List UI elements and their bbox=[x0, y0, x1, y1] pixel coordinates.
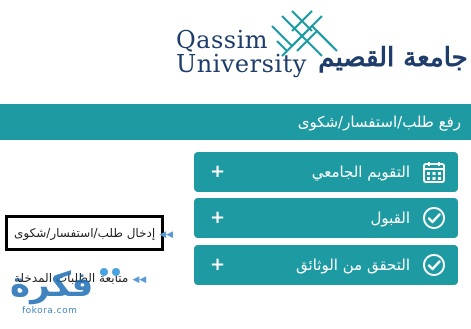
expand-plus-icon: + bbox=[210, 207, 226, 228]
accordion-admission[interactable]: + القبول bbox=[194, 198, 458, 238]
check-circle-icon bbox=[423, 254, 445, 276]
page-title: رفع طلب/استفسار/شكوى bbox=[297, 113, 461, 131]
university-name-arabic: جامعة القصيم bbox=[318, 43, 468, 73]
calendar-icon bbox=[423, 162, 445, 183]
page-title-bar: رفع طلب/استفسار/شكوى bbox=[0, 104, 471, 140]
expand-plus-icon: + bbox=[210, 161, 226, 182]
watermark: فكرة fokora.com bbox=[4, 262, 154, 326]
sidebar-item-submit-request[interactable]: ◀◀إدخال طلب/استفسار/شكوى bbox=[14, 226, 173, 240]
logo-en-line2: University bbox=[176, 50, 307, 78]
accordion-academic-calendar[interactable]: + التقويم الجامعي bbox=[194, 152, 458, 192]
accordion-label: التقويم الجامعي bbox=[311, 163, 410, 181]
university-name-english: Qassim University bbox=[176, 28, 316, 76]
expand-plus-icon: + bbox=[210, 254, 226, 275]
header: Qassim University جامعة القصيم bbox=[0, 0, 471, 100]
watermark-text: فكرة bbox=[10, 265, 94, 305]
check-circle-icon bbox=[423, 207, 445, 229]
accordion-document-verification[interactable]: + التحقق من الوثائق bbox=[194, 245, 458, 285]
double-arrow-icon: ◀◀ bbox=[159, 230, 174, 240]
accordion-label: القبول bbox=[370, 209, 411, 227]
watermark-dot bbox=[112, 268, 120, 276]
accordion-label: التحقق من الوثائق bbox=[296, 256, 410, 274]
logo-en-line1: Qassim bbox=[176, 26, 269, 54]
sidebar-item-label: إدخال طلب/استفسار/شكوى bbox=[14, 226, 156, 240]
watermark-dot bbox=[100, 268, 108, 276]
watermark-domain: fokora.com bbox=[22, 306, 78, 316]
